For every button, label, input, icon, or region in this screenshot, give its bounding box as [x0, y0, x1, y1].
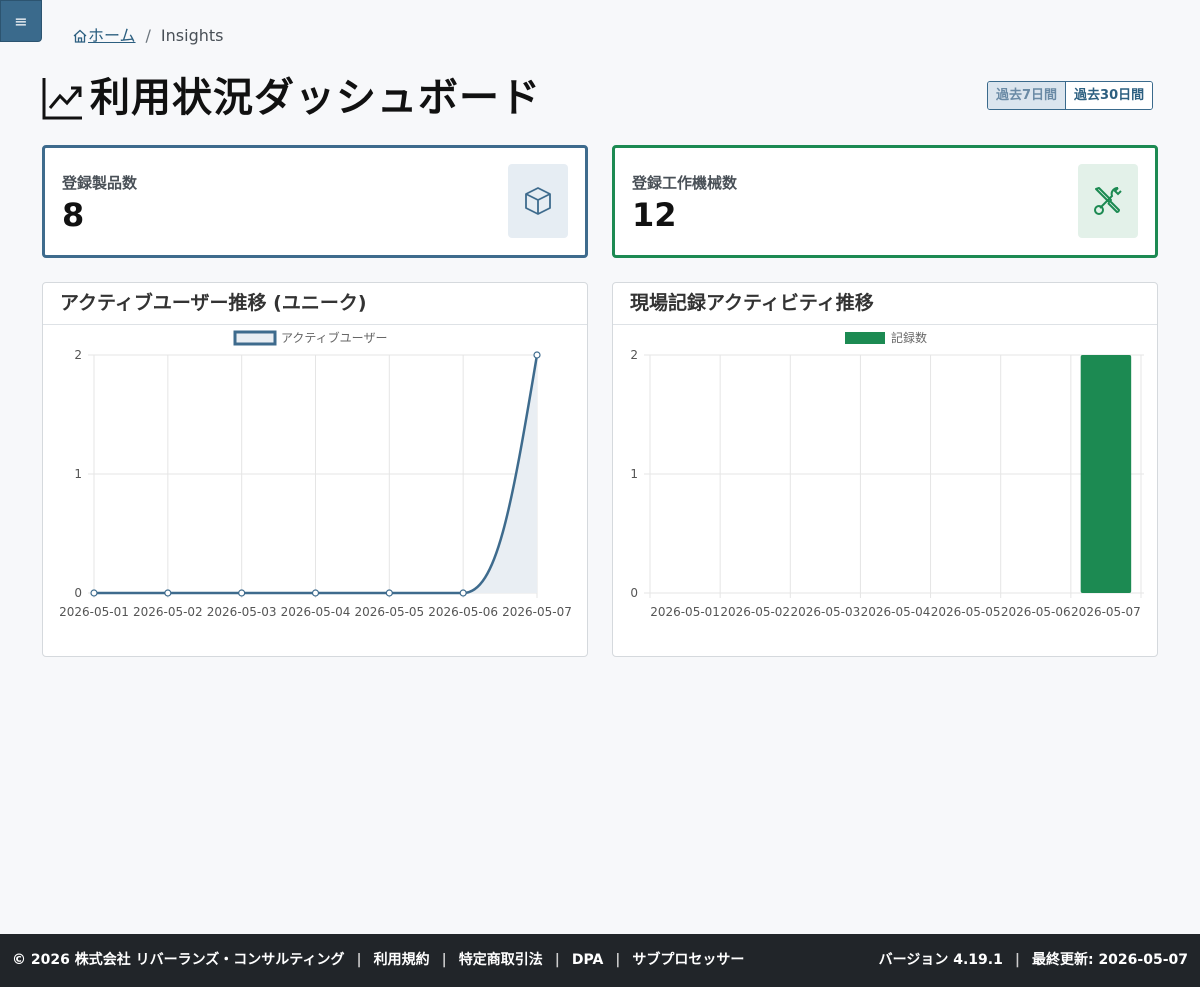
footer-meta: バージョン 4.19.1 | 最終更新: 2026-05-07: [878, 952, 1188, 968]
data-point: [311, 589, 320, 597]
version-text: バージョン 4.19.1: [878, 952, 1003, 968]
active-users-chart: アクティブユーザー 0 1 2 2026-05-01 2026-05-02 2026-05-…: [59, 330, 572, 619]
activity-records-chart: 記録数0122026-05-01 2026-05-02 2026-05-03 2026…: [630, 330, 1144, 619]
breadcrumb-separator: /: [145, 26, 151, 45]
x-tick-label: 2026-05-05: [354, 605, 424, 619]
x-tick-label: 2026-05-06: [428, 605, 498, 619]
breadcrumb-home-link[interactable]: ホーム: [72, 26, 136, 46]
stat-card-machines: 登録工作機械数 12: [612, 145, 1158, 258]
y-tick-label: 1: [74, 467, 82, 481]
stat-value: 8: [62, 196, 85, 234]
x-tick-label: 2026-05-06: [1001, 605, 1071, 619]
data-point: [164, 589, 172, 597]
breadcrumb-home-label[interactable]: ホーム: [88, 26, 136, 46]
page-title: 利用状況ダッシュボード: [90, 75, 541, 121]
data-point: [533, 351, 541, 359]
data-point: [238, 589, 246, 597]
x-tick-label: 2026-05-07: [502, 605, 572, 619]
stat-icon-box: [508, 164, 568, 238]
breadcrumb: ホーム / Insights: [72, 26, 223, 46]
box-icon: [525, 187, 551, 215]
x-tick-label: 2026-05-03: [207, 605, 277, 619]
stat-value: 12: [632, 196, 677, 234]
legend-label: 記録数: [891, 330, 927, 345]
footer-links: © 2026 株式会社 リバーランズ・コンサルティング | 利用規約 | 特定商取引法 |…: [12, 952, 745, 968]
x-tick-label: 2026-05-04: [861, 605, 931, 619]
x-tick-label: 2026-05-02: [133, 605, 203, 619]
tools-icon: [1094, 187, 1122, 215]
x-tick-label: 2026-05-03: [790, 605, 860, 619]
y-tick-label: 0: [74, 586, 82, 600]
stat-label: 登録工作機械数: [632, 174, 738, 192]
x-tick-label: 2026-05-05: [931, 605, 1001, 619]
data-point: [459, 589, 467, 597]
legend-swatch: [233, 330, 277, 346]
chart-title: アクティブユーザー推移 (ユニーク): [43, 283, 587, 325]
breadcrumb-current: Insights: [160, 26, 224, 45]
y-tick-label: 2: [630, 348, 638, 362]
x-tick-label: 2026-05-01: [59, 605, 129, 619]
x-tick-label: 2026-05-04: [281, 605, 351, 619]
legend-swatch: [845, 332, 885, 344]
x-tick-label: 2026-05-07: [1071, 605, 1141, 619]
data-point: [385, 589, 393, 597]
range-7-days-button[interactable]: 過去7日間: [988, 82, 1067, 109]
footer-link-dpa[interactable]: DPA: [572, 952, 603, 968]
stat-label: 登録製品数: [62, 174, 138, 192]
legend-label: アクティブユーザー: [281, 330, 387, 345]
y-tick-label: 1: [630, 467, 638, 481]
menu-toggle-button[interactable]: ≡: [0, 0, 42, 42]
stat-icon-box: [1078, 164, 1138, 238]
range-30-days-button[interactable]: 過去30日間: [1066, 82, 1153, 109]
last-updated-text: 最終更新: 2026-05-07: [1031, 952, 1188, 968]
y-tick-label: 0: [630, 586, 638, 600]
y-tick-label: 2: [74, 348, 82, 362]
home-icon: [73, 29, 87, 43]
chart-title: 現場記録アクティビティ推移: [613, 283, 1157, 325]
data-point: [90, 589, 98, 597]
copyright-text: © 2026 株式会社 リバーランズ・コンサルティング: [12, 952, 345, 968]
footer-link-commerce-law[interactable]: 特定商取引法: [459, 952, 543, 968]
activity-chart-card: 現場記録アクティビティ推移 記録数 0 1 2 2026-05-01 2026-05-02…: [612, 282, 1158, 657]
date-range-toggle: 過去7日間 過去30日間: [987, 81, 1154, 110]
bar: [1080, 355, 1132, 593]
x-tick-label: 2026-05-01: [650, 605, 720, 619]
footer-link-terms[interactable]: 利用規約: [374, 952, 430, 968]
active-users-chart-card: アクティブユーザー推移 (ユニーク) アクティブユーザー 0 1 2 2026-05-0…: [42, 282, 588, 657]
footer-link-subprocessors[interactable]: サブプロセッサー: [632, 952, 744, 968]
graph-up-icon: [42, 78, 82, 120]
stat-card-products: 登録製品数 8: [42, 145, 588, 258]
page-header: 利用状況ダッシュボード: [42, 74, 541, 122]
footer: © 2026 株式会社 リバーランズ・コンサルティング | 利用規約 | 特定商取引法 |…: [0, 934, 1200, 987]
x-tick-label: 2026-05-02: [720, 605, 790, 619]
